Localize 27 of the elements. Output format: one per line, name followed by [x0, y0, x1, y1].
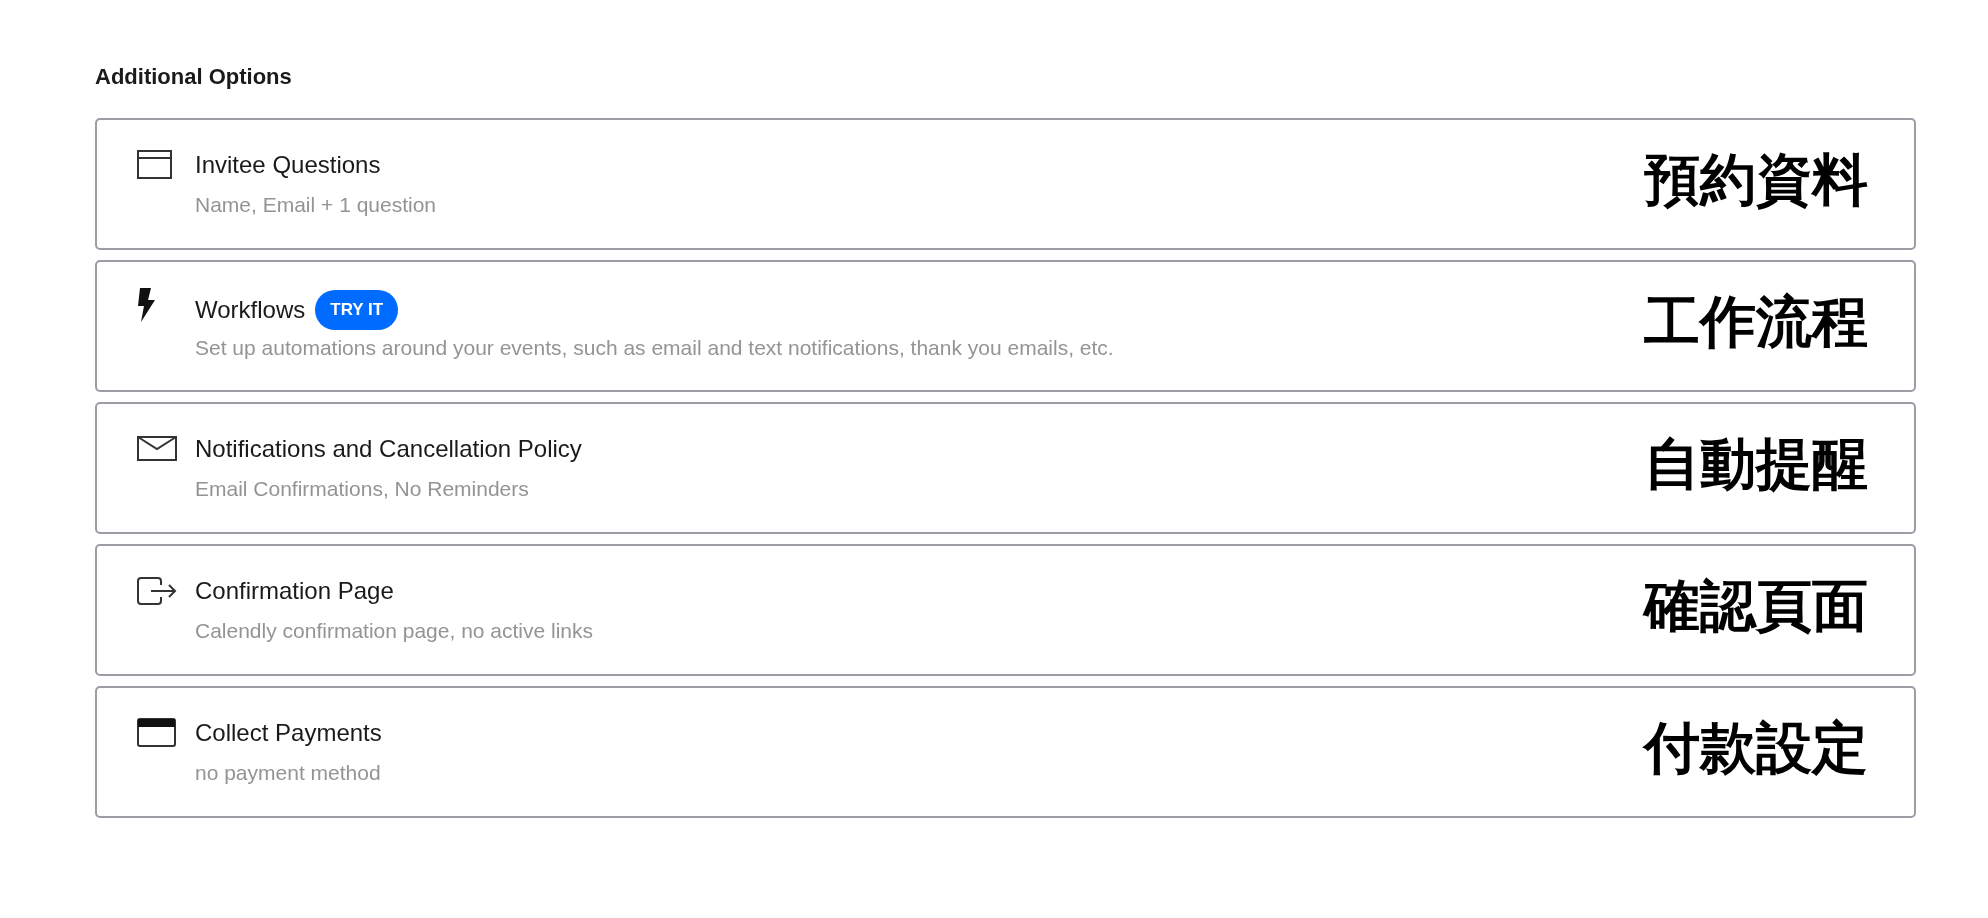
option-card[interactable]: Invitee Questions Name, Email + 1 question 預約資料: [95, 118, 1916, 250]
option-title: Collect Payments: [195, 717, 382, 748]
annotation-label: 付款設定: [1644, 716, 1868, 780]
option-card[interactable]: Notifications and Cancellation Policy Email Confirmations, No Reminders 自動提醒: [95, 402, 1916, 534]
promo-badge: TRY IT: [315, 290, 399, 330]
option-title: Confirmation Page: [195, 575, 394, 606]
panel-icon: [137, 150, 172, 179]
annotation-label: 自動提醒: [1644, 432, 1868, 496]
envelope-icon: [137, 436, 177, 461]
credit-card-icon: [137, 718, 176, 747]
option-description: no payment method: [195, 759, 381, 786]
option-description: Name, Email + 1 question: [195, 191, 437, 218]
annotation-label: 預約資料: [1644, 148, 1868, 212]
option-title: Notifications and Cancellation Policy: [195, 433, 582, 464]
annotation-label: 工作流程: [1644, 290, 1868, 354]
lightning-bolt-icon: [137, 288, 155, 322]
option-card[interactable]: Confirmation Page Calendly confirmation page, no active links 確認頁面: [95, 544, 1916, 676]
box-arrow-right-icon: [137, 576, 177, 605]
option-description: Set up automations around your events, such as email and text notifications, thank you emails, etc.: [195, 335, 1114, 361]
option-card[interactable]: Workflows TRY IT Set up automations around your events, such as email and text notifications, thank you emails, etc. 工作流程: [95, 260, 1916, 392]
option-card[interactable]: Collect Payments no payment method 付款設定: [95, 686, 1916, 818]
option-description: Email Confirmations, No Reminders: [195, 475, 529, 502]
annotation-label: 確認頁面: [1644, 574, 1868, 638]
section-heading: Additional Options: [95, 63, 292, 91]
option-description: Calendly confirmation page, no active links: [195, 617, 594, 644]
option-title: Workflows: [195, 295, 306, 325]
option-title: Invitee Questions: [195, 149, 381, 180]
